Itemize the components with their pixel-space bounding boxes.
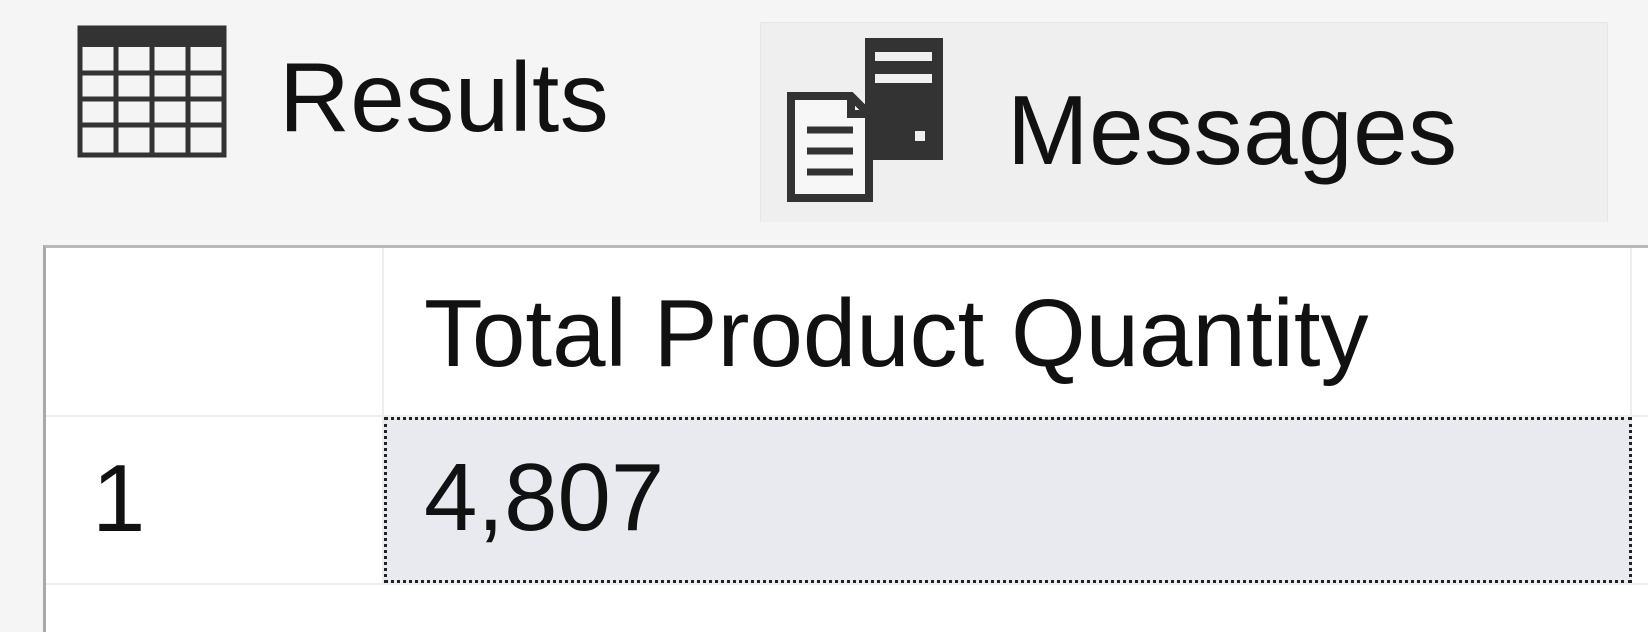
results-header-row: Total Product Quantity — [46, 248, 1648, 415]
tab-messages-label: Messages — [1007, 75, 1458, 185]
row-number-cell[interactable]: 1 — [46, 417, 384, 583]
results-tab-strip: Results Messages — [0, 0, 1648, 240]
total-product-quantity-value: 4,807 — [424, 444, 665, 551]
tab-results[interactable]: Results — [66, 16, 721, 166]
messages-icon — [787, 38, 943, 202]
row-number: 1 — [92, 445, 146, 552]
table-row[interactable]: 1 4,807 — [46, 415, 1648, 585]
tab-results-label: Results — [279, 42, 610, 152]
row-number-header — [46, 248, 384, 415]
column-header-label: Total Product Quantity — [424, 280, 1369, 387]
tab-messages[interactable]: Messages — [760, 22, 1608, 222]
column-header-total-product-quantity[interactable]: Total Product Quantity — [384, 248, 1632, 415]
results-grid[interactable]: Total Product Quantity 1 4,807 — [43, 245, 1648, 632]
grid-icon — [77, 25, 227, 158]
selected-result-cell[interactable]: 4,807 — [384, 417, 1632, 583]
